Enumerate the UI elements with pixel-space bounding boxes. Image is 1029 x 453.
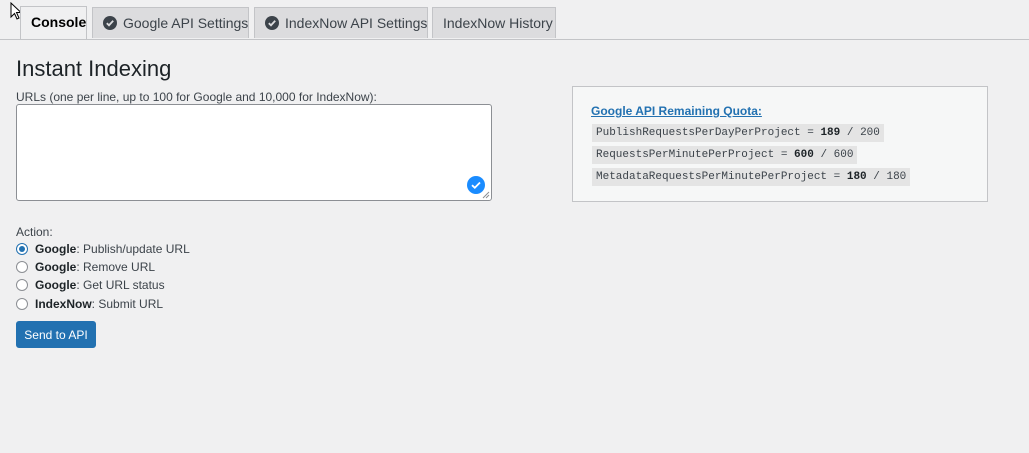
action-text: : Submit URL [91,297,164,311]
quota-remaining: 600 [794,149,814,161]
quota-equals: = [800,127,821,139]
action-label: Action: [16,225,53,239]
quota-line-publish: PublishRequestsPerDayPerProject = 189 / … [592,124,884,142]
quota-equals: = [774,149,795,161]
quota-remaining: 189 [820,127,841,139]
action-text: : Publish/update URL [76,242,190,256]
quota-remaining: 180 [846,171,867,183]
quota-equals: = [827,171,847,183]
quota-metric-name: RequestsPerMinutePerProject [596,149,775,161]
quota-title-link[interactable]: Google API Remaining Quota: [591,104,762,118]
urls-field-wrapper [16,104,492,201]
action-text: : Remove URL [76,260,156,274]
tab-indexnow-history[interactable]: IndexNow History [432,7,556,38]
action-google-status[interactable]: Google: Get URL status [16,276,165,294]
provider-name: Google [35,242,77,256]
tab-label: IndexNow API Settings [285,15,428,31]
radio-button[interactable] [16,298,28,310]
quota-metric-name: MetadataRequestsPerMinutePerProject [596,171,828,183]
quota-separator: / [813,149,834,161]
urls-label: URLs (one per line, up to 100 for Google… [16,90,377,104]
quota-limit: 600 [833,149,854,161]
action-google-remove[interactable]: Google: Remove URL [16,258,155,276]
check-circle-icon [265,16,279,30]
tab-label: Console [31,14,87,30]
radio-button[interactable] [16,261,28,273]
radio-button[interactable] [16,279,28,291]
urls-textarea[interactable] [17,105,491,200]
provider-name: Google [35,278,77,292]
tab-label: Google API Settings [123,15,249,31]
radio-button[interactable] [16,243,28,255]
action-indexnow-submit[interactable]: IndexNow: Submit URL [16,295,163,313]
action-text: : Get URL status [76,278,165,292]
tab-label: IndexNow History [443,15,553,31]
quota-separator: / [840,127,861,139]
quota-line-metadata: MetadataRequestsPerMinutePerProject = 18… [592,168,911,186]
tab-console[interactable]: Console [20,6,87,39]
quota-separator: / [866,171,887,183]
quota-metric-name: PublishRequestsPerDayPerProject [596,127,801,139]
quota-limit: 200 [860,127,880,139]
quota-line-requests: RequestsPerMinutePerProject = 600 / 600 [592,146,858,164]
quota-panel: Google API Remaining Quota: PublishReque… [572,86,988,202]
send-to-api-button[interactable]: Send to API [16,321,96,348]
page-title: Instant Indexing [16,56,172,81]
resize-handle-icon[interactable] [482,191,490,199]
provider-name: Google [35,260,77,274]
tab-bar: Console Google API Settings IndexNow API… [0,0,1029,40]
quota-limit: 180 [886,171,907,183]
tab-google-api-settings[interactable]: Google API Settings [92,7,249,38]
check-circle-icon [103,16,117,30]
action-google-publish[interactable]: Google: Publish/update URL [16,240,190,258]
provider-name: IndexNow [35,297,92,311]
tab-indexnow-api-settings[interactable]: IndexNow API Settings [254,7,428,38]
